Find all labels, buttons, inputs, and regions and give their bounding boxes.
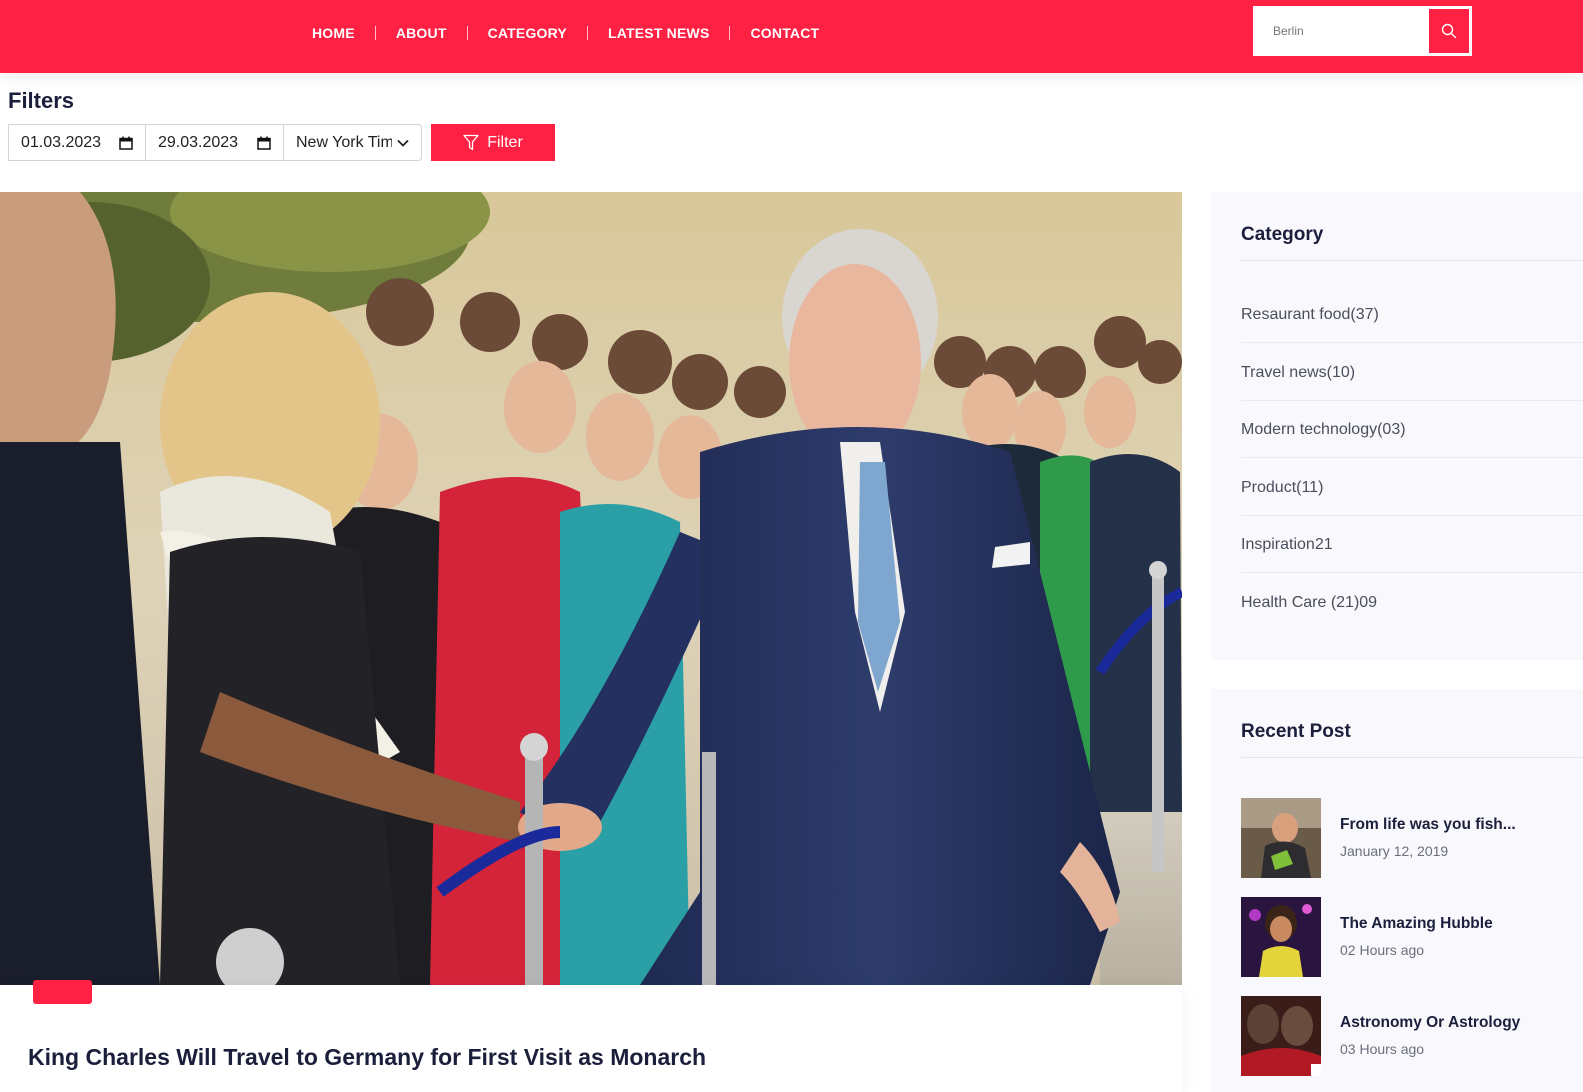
recent-post-heading: Recent Post: [1241, 721, 1351, 742]
post-thumbnail: [1241, 996, 1321, 1076]
source-select-value: New York Times: [296, 133, 392, 151]
post-thumbnail: [1241, 897, 1321, 977]
featured-photo: [0, 192, 1182, 985]
nav-about[interactable]: ABOUT: [376, 25, 467, 41]
date-from-value: 01.03.2023: [21, 133, 102, 151]
recent-post-widget: Recent Post From life was you fish... Ja…: [1211, 689, 1583, 1092]
category-item[interactable]: Modern technology(03): [1241, 421, 1406, 439]
nav-latest-news[interactable]: LATEST NEWS: [588, 25, 730, 41]
filters-heading: Filters: [8, 88, 75, 113]
search-input[interactable]: [1255, 8, 1428, 54]
divider: [1241, 457, 1583, 458]
category-badge[interactable]: [33, 980, 92, 1004]
search-box: [1253, 6, 1472, 56]
divider: [1241, 515, 1583, 516]
date-from-input[interactable]: 01.03.2023: [8, 124, 146, 161]
filter-button-label: Filter: [487, 133, 523, 151]
category-item[interactable]: Resaurant food(37): [1241, 306, 1379, 324]
calendar-icon: [257, 136, 271, 150]
category-widget: Category Resaurant food(37) Travel news(…: [1211, 192, 1583, 660]
post-title[interactable]: Astronomy Or Astrology: [1340, 1014, 1520, 1032]
category-item[interactable]: Travel news(10): [1241, 364, 1355, 382]
filters-row: 01.03.2023 29.03.2023 New York Times Fil…: [8, 124, 555, 161]
source-select[interactable]: New York Times: [284, 124, 422, 161]
divider: [1241, 400, 1583, 401]
post-title[interactable]: The Amazing Hubble: [1340, 915, 1493, 933]
post-date: 03 Hours ago: [1340, 1041, 1425, 1057]
featured-article-image[interactable]: [0, 192, 1182, 985]
nav-home[interactable]: HOME: [292, 25, 375, 41]
date-to-input[interactable]: 29.03.2023: [146, 124, 284, 161]
post-date: January 12, 2019: [1340, 843, 1449, 859]
top-navigation-bar: HOME ABOUT CATEGORY LATEST NEWS CONTACT: [0, 0, 1583, 73]
nav-category[interactable]: CATEGORY: [468, 25, 587, 41]
category-heading: Category: [1241, 224, 1324, 245]
post-thumbnail: [1241, 798, 1321, 878]
nav-contact[interactable]: CONTACT: [730, 25, 839, 41]
filter-button[interactable]: Filter: [431, 124, 555, 161]
divider: [1241, 342, 1583, 343]
divider: [1241, 260, 1583, 261]
category-item[interactable]: Inspiration21: [1241, 536, 1333, 554]
featured-article-title[interactable]: King Charles Will Travel to Germany for …: [28, 1044, 706, 1071]
main-nav: HOME ABOUT CATEGORY LATEST NEWS CONTACT: [292, 0, 839, 66]
post-date: 02 Hours ago: [1340, 942, 1425, 958]
recent-post-item[interactable]: The Amazing Hubble 02 Hours ago: [1241, 897, 1561, 977]
divider: [1241, 757, 1583, 758]
divider: [1241, 572, 1583, 573]
post-title[interactable]: From life was you fish...: [1340, 816, 1516, 834]
filter-icon: [463, 134, 479, 151]
date-to-value: 29.03.2023: [158, 133, 239, 151]
featured-article-card: [0, 985, 1182, 1092]
recent-post-item[interactable]: From life was you fish... January 12, 20…: [1241, 798, 1561, 878]
search-icon: [1441, 23, 1457, 39]
chevron-down-icon: [397, 139, 409, 147]
category-item[interactable]: Health Care (21)09: [1241, 594, 1377, 612]
search-button[interactable]: [1429, 9, 1469, 53]
calendar-icon: [119, 136, 133, 150]
category-item[interactable]: Product(11): [1241, 479, 1323, 497]
recent-post-item[interactable]: Astronomy Or Astrology 03 Hours ago: [1241, 996, 1561, 1076]
